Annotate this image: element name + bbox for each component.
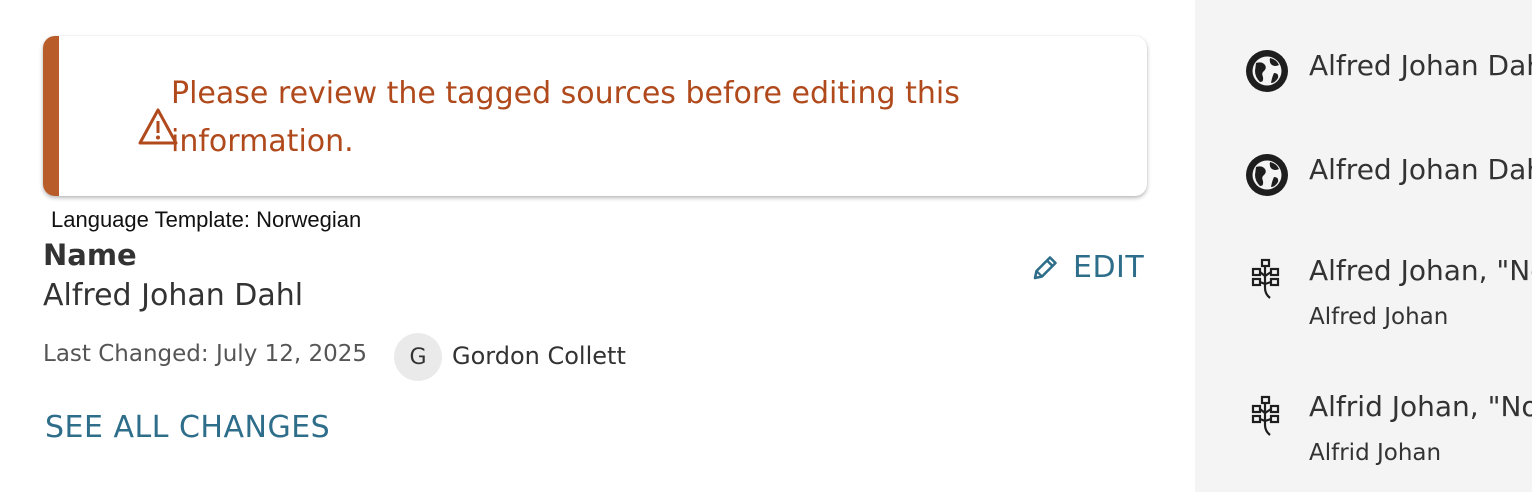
source-title: Alfred Johan, "No [1309, 254, 1532, 287]
name-heading: Name [43, 238, 137, 272]
pencil-icon [1033, 255, 1057, 279]
source-title: Alfred Johan Dah [1309, 153, 1532, 186]
source-item[interactable]: Alfred Johan Dah [1195, 110, 1532, 220]
source-item[interactable]: Alfrid Johan, "Nor Alfrid Johan [1195, 355, 1532, 492]
source-subtitle: Alfrid Johan [1309, 440, 1442, 466]
see-all-changes-link[interactable]: SEE ALL CHANGES [45, 410, 330, 445]
language-template-label: Language Template: Norwegian [51, 207, 362, 232]
edit-label: EDIT [1073, 250, 1145, 285]
source-item[interactable]: Alfred Johan, "No Alfred Johan [1195, 220, 1532, 355]
page: Please review the tagged sources before … [0, 0, 1532, 492]
source-item[interactable]: Alfred Johan Dah [1195, 0, 1532, 110]
globe-icon [1246, 50, 1288, 92]
contributor-name[interactable]: Gordon Collett [452, 342, 626, 370]
family-tree-icon [1251, 395, 1280, 436]
alert-accent-bar [43, 36, 59, 196]
source-title: Alfred Johan Dah [1309, 49, 1532, 82]
alert-message: Please review the tagged sources before … [171, 76, 960, 159]
avatar[interactable]: G [394, 333, 442, 381]
source-subtitle: Alfred Johan [1309, 304, 1449, 330]
globe-icon [1246, 154, 1288, 196]
last-changed-text: Last Changed: July 12, 2025 [43, 341, 368, 367]
warning-alert: Please review the tagged sources before … [43, 36, 1147, 196]
sources-panel: Alfred Johan Dah Alfred Johan Dah Alfred… [1195, 0, 1532, 492]
source-title: Alfrid Johan, "Nor [1309, 390, 1532, 423]
family-tree-icon [1251, 258, 1280, 299]
name-value: Alfred Johan Dahl [43, 278, 304, 313]
edit-button[interactable]: EDIT [1029, 250, 1144, 285]
